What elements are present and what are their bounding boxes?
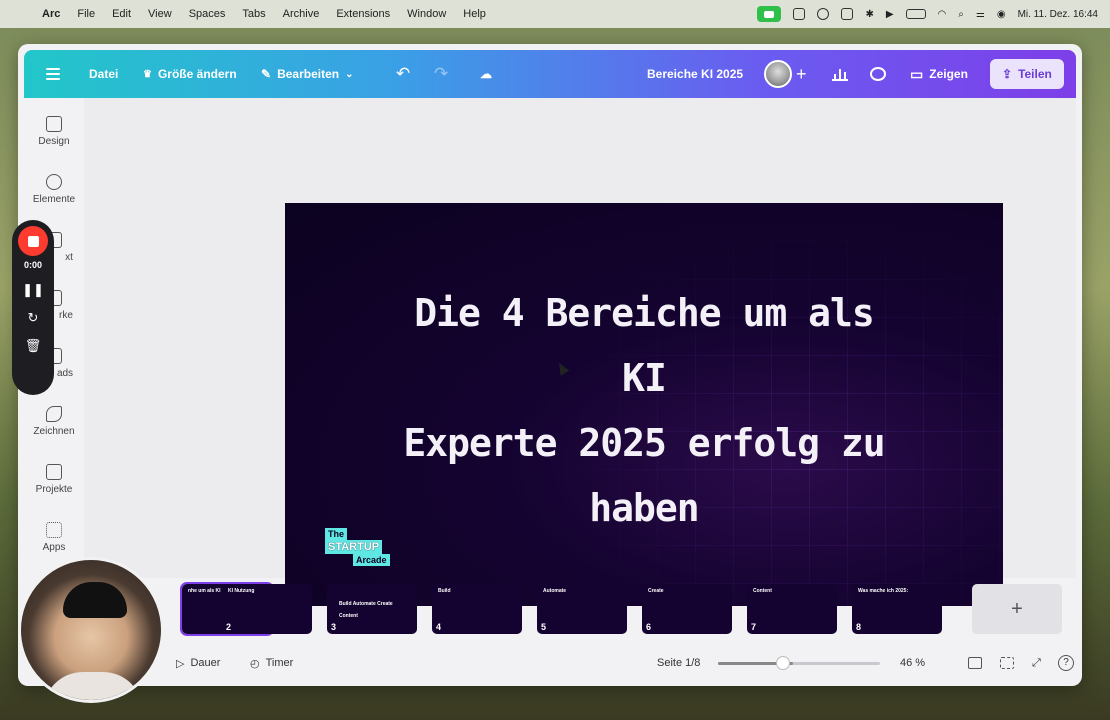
webcam-overlay: [18, 557, 164, 703]
thumbnail-slide-4[interactable]: Build 4: [432, 584, 522, 634]
thumbnail-slide-5[interactable]: Automate 5: [537, 584, 627, 634]
recording-time: 0:00: [23, 260, 42, 270]
menu-window[interactable]: Window: [407, 8, 446, 20]
layers-tray-icon[interactable]: [841, 8, 854, 20]
notes-icon[interactable]: [968, 657, 982, 669]
clock-datetime[interactable]: Mi. 11. Dez. 16:44: [1018, 9, 1098, 20]
layout-icon: [46, 116, 62, 132]
pencil-icon: ✎: [261, 67, 272, 81]
menu-icon[interactable]: [46, 68, 60, 80]
apps-icon: [46, 522, 62, 538]
document-title[interactable]: Bereiche KI 2025: [647, 67, 743, 81]
menu-edit[interactable]: Edit: [112, 8, 131, 20]
screen-record-icon[interactable]: [793, 8, 806, 20]
help-icon[interactable]: ?: [1058, 655, 1074, 671]
webcam-cap: [63, 582, 127, 618]
thumbnail-slide-3[interactable]: Build Automate Create Content 3: [327, 584, 417, 634]
chevron-down-icon: ⌄: [345, 68, 354, 80]
menu-app-arc[interactable]: Arc: [42, 8, 60, 20]
thumbnail-slide-8[interactable]: Was mache ich 2025: 8: [852, 584, 942, 634]
trash-icon[interactable]: 🗑: [25, 338, 42, 354]
duration-button[interactable]: ▷ Dauer: [176, 657, 220, 670]
sidebar-item-zeichnen[interactable]: Zeichnen: [24, 406, 84, 437]
wifi-icon[interactable]: ◠: [938, 9, 947, 20]
fullscreen-icon[interactable]: ⤢: [1032, 657, 1046, 669]
share-button[interactable]: ⇪ Teilen: [990, 59, 1064, 89]
startup-arcade-logo[interactable]: The STARTUP Arcade: [325, 528, 395, 568]
stop-recording-button[interactable]: [18, 226, 48, 256]
redo-button[interactable]: ↷: [434, 64, 448, 84]
bluetooth-icon[interactable]: ✱: [865, 9, 873, 20]
zoom-level[interactable]: 46 %: [900, 657, 925, 669]
menu-view[interactable]: View: [148, 8, 172, 20]
slide-thumbnails: nhe um als KI 25 erfolg zu ben KI Nutzun…: [84, 578, 1076, 638]
sidebar-item-elemente[interactable]: Elemente: [24, 174, 84, 205]
draw-icon: [46, 406, 62, 422]
folder-icon: [46, 464, 62, 480]
control-center-icon[interactable]: ⚌: [976, 9, 985, 20]
editor-toolbar: Datei ♛ Größe ändern ✎ Bearbeiten ⌄ ↶ ↷ …: [24, 50, 1076, 98]
pause-icon[interactable]: ❚❚: [22, 282, 44, 298]
sidebar-item-projekte[interactable]: Projekte: [24, 464, 84, 495]
restart-icon[interactable]: ↻: [28, 310, 39, 326]
comment-icon[interactable]: [870, 67, 886, 81]
siri-icon[interactable]: ◉: [997, 9, 1006, 20]
file-menu-button[interactable]: Datei: [89, 67, 118, 81]
crown-icon: ♛: [143, 68, 152, 80]
play-tray-icon[interactable]: ▶: [886, 9, 894, 20]
timer-icon: ◴: [250, 657, 260, 670]
shapes-icon: [46, 174, 62, 190]
present-button[interactable]: ▭ Zeigen: [910, 66, 968, 83]
canva-window: Datei ♛ Größe ändern ✎ Bearbeiten ⌄ ↶ ↷ …: [18, 44, 1082, 686]
sidebar-item-apps[interactable]: Apps: [24, 522, 84, 553]
webcam-shirt: [43, 672, 143, 700]
sidebar-item-design[interactable]: Design: [24, 116, 84, 147]
menu-spaces[interactable]: Spaces: [189, 8, 226, 20]
zoom-slider[interactable]: [718, 662, 880, 665]
page-indicator[interactable]: Seite 1/8: [657, 657, 700, 669]
add-collaborator-button[interactable]: +: [796, 64, 807, 85]
slide-title[interactable]: Die 4 Bereiche um als KI Experte 2025 er…: [385, 281, 903, 541]
battery-icon[interactable]: [905, 9, 926, 19]
slide-canvas[interactable]: Die 4 Bereiche um als KI Experte 2025 er…: [285, 203, 1003, 606]
menu-extensions[interactable]: Extensions: [336, 8, 390, 20]
add-slide-button[interactable]: +: [972, 584, 1062, 634]
undo-button[interactable]: ↶: [396, 64, 410, 84]
present-icon: ▭: [910, 65, 924, 82]
edit-mode-button[interactable]: ✎ Bearbeiten ⌄: [261, 67, 353, 81]
screen-recorder-controls: 0:00 ❚❚ ↻ 🗑: [12, 220, 54, 395]
avatar[interactable]: [764, 60, 792, 88]
app-tray-icon[interactable]: [817, 8, 830, 20]
zoom-slider-handle[interactable]: [776, 656, 790, 670]
menu-tabs[interactable]: Tabs: [242, 8, 265, 20]
thumbnail-slide-2[interactable]: KI Nutzung 2: [222, 584, 312, 634]
share-icon: ⇪: [1002, 67, 1013, 81]
menu-bar: Arc File Edit View Spaces Tabs Archive E…: [0, 0, 1110, 28]
thumbnail-slide-7[interactable]: Content 7: [747, 584, 837, 634]
menu-archive[interactable]: Archive: [283, 8, 320, 20]
resize-button[interactable]: ♛ Größe ändern: [143, 67, 237, 81]
bottom-bar: ▷ Dauer ◴ Timer Seite 1/8 46 % ⤢ ?: [84, 644, 1076, 682]
grid-view-icon[interactable]: [1000, 657, 1014, 669]
cloud-sync-icon[interactable]: ☁: [480, 67, 492, 81]
insights-icon[interactable]: [832, 67, 848, 81]
menu-help[interactable]: Help: [463, 8, 486, 20]
apple-icon[interactable]: [14, 7, 28, 21]
facetime-camera-icon[interactable]: [757, 6, 782, 22]
search-icon[interactable]: ⌕: [958, 9, 964, 20]
menu-file[interactable]: File: [77, 8, 95, 20]
canvas-area: Die 4 Bereiche um als KI Experte 2025 er…: [84, 98, 1076, 606]
timer-button[interactable]: ◴ Timer: [250, 657, 293, 670]
thumbnail-slide-6[interactable]: Create 6: [642, 584, 732, 634]
duration-icon: ▷: [176, 657, 185, 670]
